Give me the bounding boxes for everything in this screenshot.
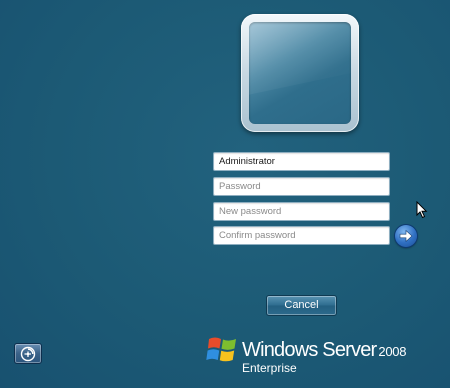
user-picture — [249, 22, 351, 124]
product-edition: Enterprise — [242, 361, 297, 375]
ease-of-access-button[interactable] — [14, 343, 42, 364]
new-password-field[interactable]: New password — [213, 202, 390, 221]
cancel-button[interactable]: Cancel — [266, 295, 337, 316]
password-field[interactable]: Password — [213, 177, 390, 196]
confirm-password-field[interactable]: Confirm password — [213, 226, 390, 245]
submit-button[interactable] — [395, 225, 417, 247]
username-field[interactable]: Administrator — [213, 152, 390, 171]
ease-of-access-icon — [20, 346, 36, 362]
windows-flag-icon — [206, 337, 236, 362]
product-version: 2008 — [378, 344, 407, 359]
windows-server-branding: Windows Server 2008 Enterprise — [206, 334, 416, 380]
user-tile — [241, 14, 359, 132]
mouse-pointer-icon — [416, 201, 428, 219]
logon-screen: Administrator Password New password Conf… — [0, 0, 450, 388]
product-name: Windows Server — [242, 339, 377, 361]
arrow-right-icon — [399, 229, 413, 243]
